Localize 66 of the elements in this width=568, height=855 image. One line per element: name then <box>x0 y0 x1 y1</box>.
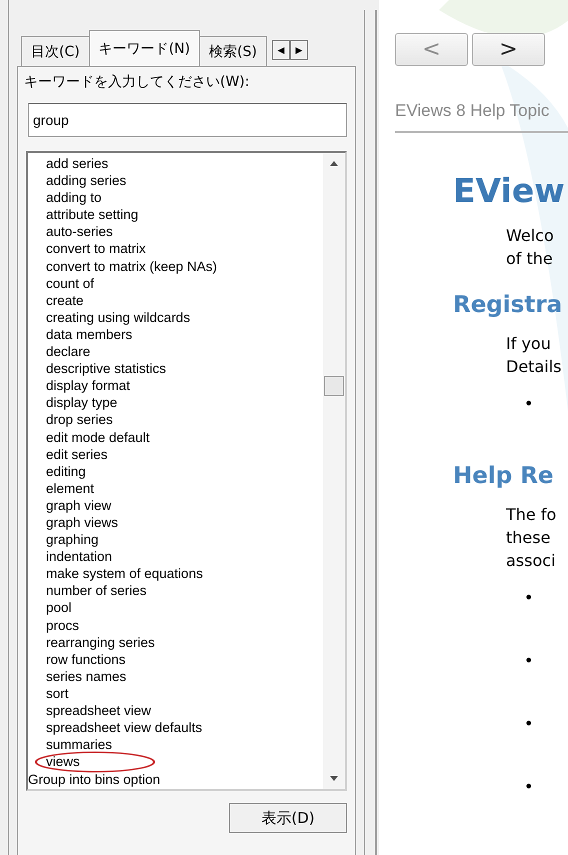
keyword-item[interactable]: series names <box>28 668 126 685</box>
scroll-down-icon[interactable] <box>330 776 338 781</box>
section-heading: Registra <box>453 292 564 318</box>
keyword-item[interactable]: edit mode default <box>28 428 150 446</box>
tab-scroll-button[interactable]: ▶ <box>290 40 308 60</box>
keyword-item[interactable]: edit series <box>28 446 108 463</box>
paragraph-line: of the <box>506 248 554 270</box>
keyword-item[interactable]: make system of equations <box>28 565 203 582</box>
display-button[interactable]: 表示(D) <box>229 803 347 833</box>
tab[interactable]: 目次(C) <box>21 36 90 66</box>
keyword-item[interactable]: sort <box>28 684 69 702</box>
keyword-item[interactable]: pool <box>28 599 72 617</box>
keyword-field[interactable]: group <box>28 103 347 137</box>
paragraph-line: associ <box>506 550 557 572</box>
keyword-item[interactable]: attribute setting <box>28 206 138 224</box>
keyword-item[interactable]: display format <box>28 377 130 394</box>
tab[interactable]: 検索(S) <box>199 36 267 66</box>
keyword-item[interactable]: convert to matrix (keep NAs) <box>28 258 218 275</box>
scrollbar[interactable] <box>323 153 345 789</box>
bullet: • <box>524 393 534 415</box>
keyword-item[interactable]: count of <box>28 274 94 292</box>
keyword-item[interactable]: adding to <box>28 189 102 206</box>
bullet: • <box>524 713 534 735</box>
keyword-item[interactable]: spreadsheet view defaults <box>28 719 202 736</box>
keyword-item[interactable]: graphing <box>28 531 99 548</box>
paragraph-line: Welco <box>506 225 555 247</box>
tab[interactable]: キーワード(N) <box>88 30 200 66</box>
keyword-item[interactable]: create <box>28 292 84 309</box>
splitter[interactable] <box>364 10 377 855</box>
keyword-item[interactable]: data members <box>28 326 132 344</box>
keyword-item[interactable]: descriptive statistics <box>28 360 166 378</box>
keyword-item[interactable]: procs <box>28 616 80 634</box>
paragraph-line: these <box>506 527 552 549</box>
keyword-item[interactable]: summaries <box>28 736 112 754</box>
keyword-item[interactable]: views <box>28 753 80 770</box>
keyword-item[interactable]: auto-series <box>28 223 113 240</box>
paragraph-line: The fo <box>506 504 558 526</box>
bullet: • <box>524 587 534 609</box>
keyword-item[interactable]: add series <box>28 155 108 172</box>
bullet: • <box>524 776 534 798</box>
keyword-item[interactable]: rearranging series <box>28 634 155 651</box>
keyword-item[interactable]: drop series <box>28 411 113 428</box>
keyword-item[interactable]: indentation <box>28 548 112 566</box>
keyword-item[interactable]: convert to matrix <box>28 240 146 258</box>
keyword-item[interactable]: graph view <box>28 496 112 514</box>
keyword-item[interactable]: editing <box>28 462 86 480</box>
keyword-item[interactable]: row functions <box>28 650 126 668</box>
keyword-item[interactable]: element <box>28 480 94 497</box>
keyword-item[interactable]: declare <box>28 343 90 360</box>
paragraph-line: Details <box>506 356 562 378</box>
page-title: EView <box>453 171 566 210</box>
nav-button[interactable]: > <box>472 33 545 66</box>
bullet: • <box>524 650 534 672</box>
field-label: キーワードを入力してください(W): <box>24 73 250 91</box>
keyword-item[interactable]: creating using wildcards <box>28 308 190 326</box>
keyword-item[interactable]: graph views <box>28 514 118 532</box>
paragraph-line: If you <box>506 333 552 355</box>
keyword-item[interactable]: spreadsheet view <box>28 702 152 720</box>
section-heading: Help Re <box>453 463 555 489</box>
tab-scroll-button[interactable]: ◀ <box>272 40 290 60</box>
keyword-item[interactable]: number of series <box>28 582 147 600</box>
scroll-up-icon[interactable] <box>330 161 338 166</box>
keyword-item[interactable]: Group into bins option <box>28 770 160 789</box>
keyword-item[interactable]: display type <box>28 394 118 412</box>
scroll-thumb[interactable] <box>324 376 344 396</box>
keyword-item[interactable]: adding series <box>28 172 126 190</box>
